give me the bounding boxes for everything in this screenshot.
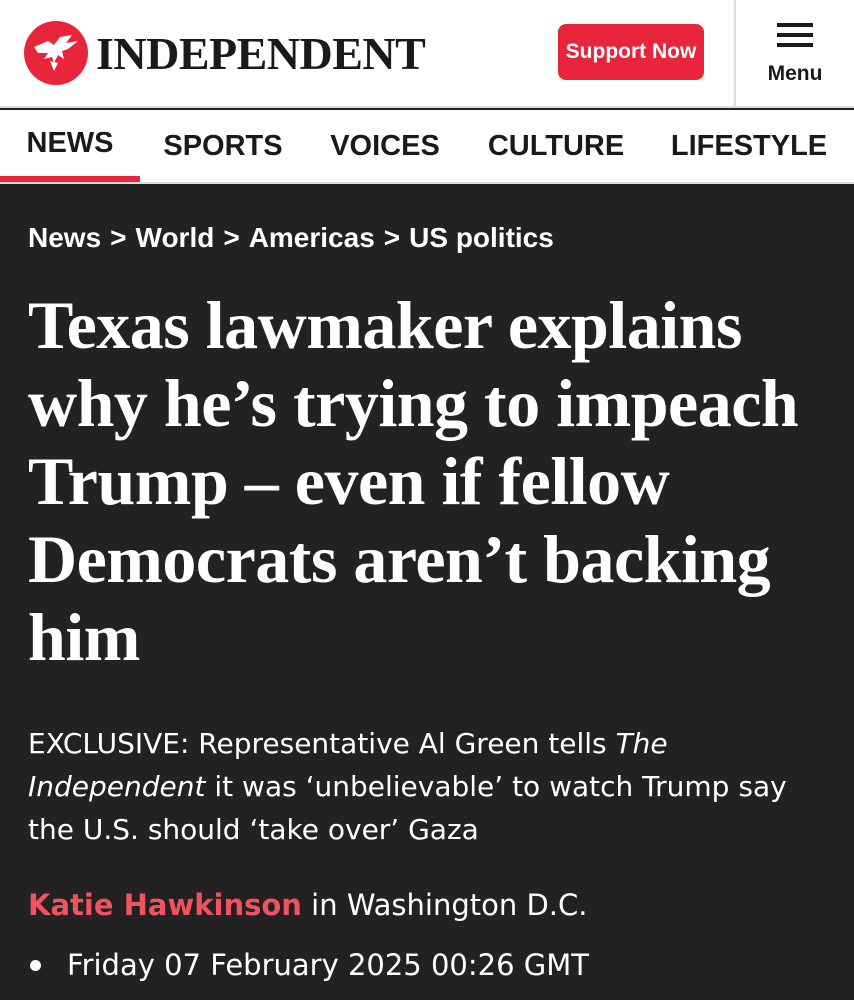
breadcrumb-separator: > (383, 222, 401, 253)
menu-button[interactable]: Menu (736, 0, 854, 108)
nav-item-news[interactable]: NEWS (0, 110, 140, 182)
breadcrumb-world[interactable]: World (136, 222, 215, 254)
nav-item-sports[interactable]: SPORTS (163, 110, 282, 182)
menu-label: Menu (767, 62, 823, 85)
breadcrumb-news[interactable]: News (28, 222, 101, 254)
author-link[interactable]: Katie Hawkinson (28, 888, 302, 922)
publish-date-text: Friday 07 February 2025 00:26 GMT (67, 948, 589, 982)
breadcrumb-us-politics[interactable]: US politics (409, 222, 554, 254)
nav-item-lifestyle[interactable]: LIFESTYLE (671, 110, 827, 182)
nav-item-voices[interactable]: VOICES (330, 110, 440, 182)
article-header: News > World > Americas > US politics Te… (0, 186, 854, 1000)
breadcrumb-separator: > (223, 222, 240, 253)
support-now-button[interactable]: Support Now (558, 24, 704, 80)
byline: Katie Hawkinson in Washington D.C. (28, 888, 587, 922)
article-standfirst: EXCLUSIVE: Representative Al Green tells… (28, 722, 828, 851)
site-logo[interactable]: INDEPENDENT (24, 20, 426, 86)
byline-location: in Washington D.C. (301, 888, 588, 922)
publish-date: Friday 07 February 2025 00:26 GMT (28, 948, 589, 982)
nav-item-culture[interactable]: CULTURE (488, 110, 624, 182)
bullet-icon (30, 959, 41, 971)
eagle-icon (24, 21, 88, 85)
section-nav: NEWS SPORTS VOICES CULTURE LIFESTYLE (0, 110, 854, 184)
article-headline: Texas lawmaker explains why he’s trying … (28, 287, 799, 675)
brand-name: INDEPENDENT (96, 27, 426, 79)
breadcrumb-separator: > (110, 222, 127, 253)
standfirst-prefix: EXCLUSIVE: Representative Al Green tells (28, 727, 616, 760)
hamburger-icon (777, 23, 813, 47)
site-header: INDEPENDENT Support Now Menu (0, 0, 854, 108)
breadcrumb-americas[interactable]: Americas (249, 222, 375, 254)
breadcrumb: News > World > Americas > US politics (28, 222, 554, 254)
